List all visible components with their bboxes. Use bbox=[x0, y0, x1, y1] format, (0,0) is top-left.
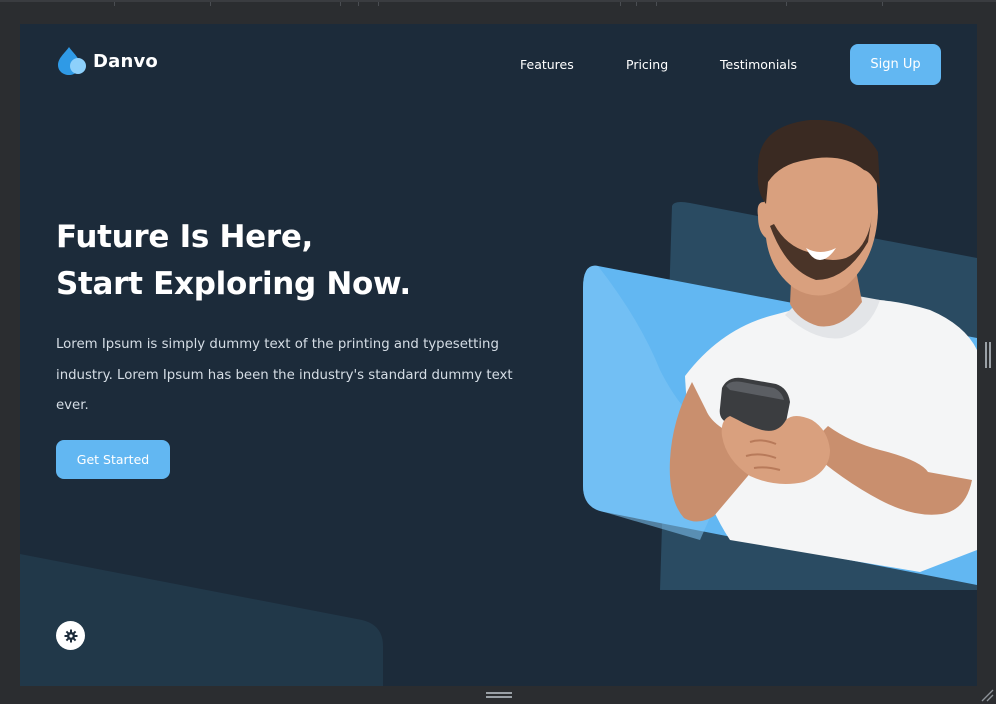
gear-icon bbox=[64, 629, 77, 642]
landing-page: Danvo Features Pricing Testimonials Sign… bbox=[20, 24, 977, 686]
get-started-button[interactable]: Get Started bbox=[56, 440, 170, 479]
brand-name: Danvo bbox=[93, 50, 159, 72]
hero-illustration bbox=[583, 120, 977, 590]
nav-link-pricing[interactable]: Pricing bbox=[626, 57, 668, 72]
hero-description: Lorem Ipsum is simply dummy text of the … bbox=[56, 337, 513, 413]
settings-button[interactable] bbox=[56, 621, 85, 650]
water-drop-icon bbox=[58, 47, 86, 75]
hero-title-line-2: Start Exploring Now. bbox=[56, 266, 411, 302]
hero-title-line-1: Future Is Here, bbox=[56, 219, 314, 255]
hero-title: Future Is Here, Start Exploring Now. bbox=[56, 214, 411, 308]
width-resize-handle[interactable] bbox=[985, 342, 991, 368]
height-resize-handle[interactable] bbox=[486, 692, 512, 700]
preview-top-bar bbox=[0, 0, 996, 24]
sign-up-button[interactable]: Sign Up bbox=[850, 44, 941, 85]
nav-link-testimonials[interactable]: Testimonials bbox=[720, 57, 797, 72]
corner-resize-handle[interactable] bbox=[980, 688, 994, 702]
brand-logo[interactable]: Danvo bbox=[56, 46, 158, 76]
nav-link-features[interactable]: Features bbox=[520, 57, 574, 72]
preview-left-margin bbox=[0, 24, 20, 686]
